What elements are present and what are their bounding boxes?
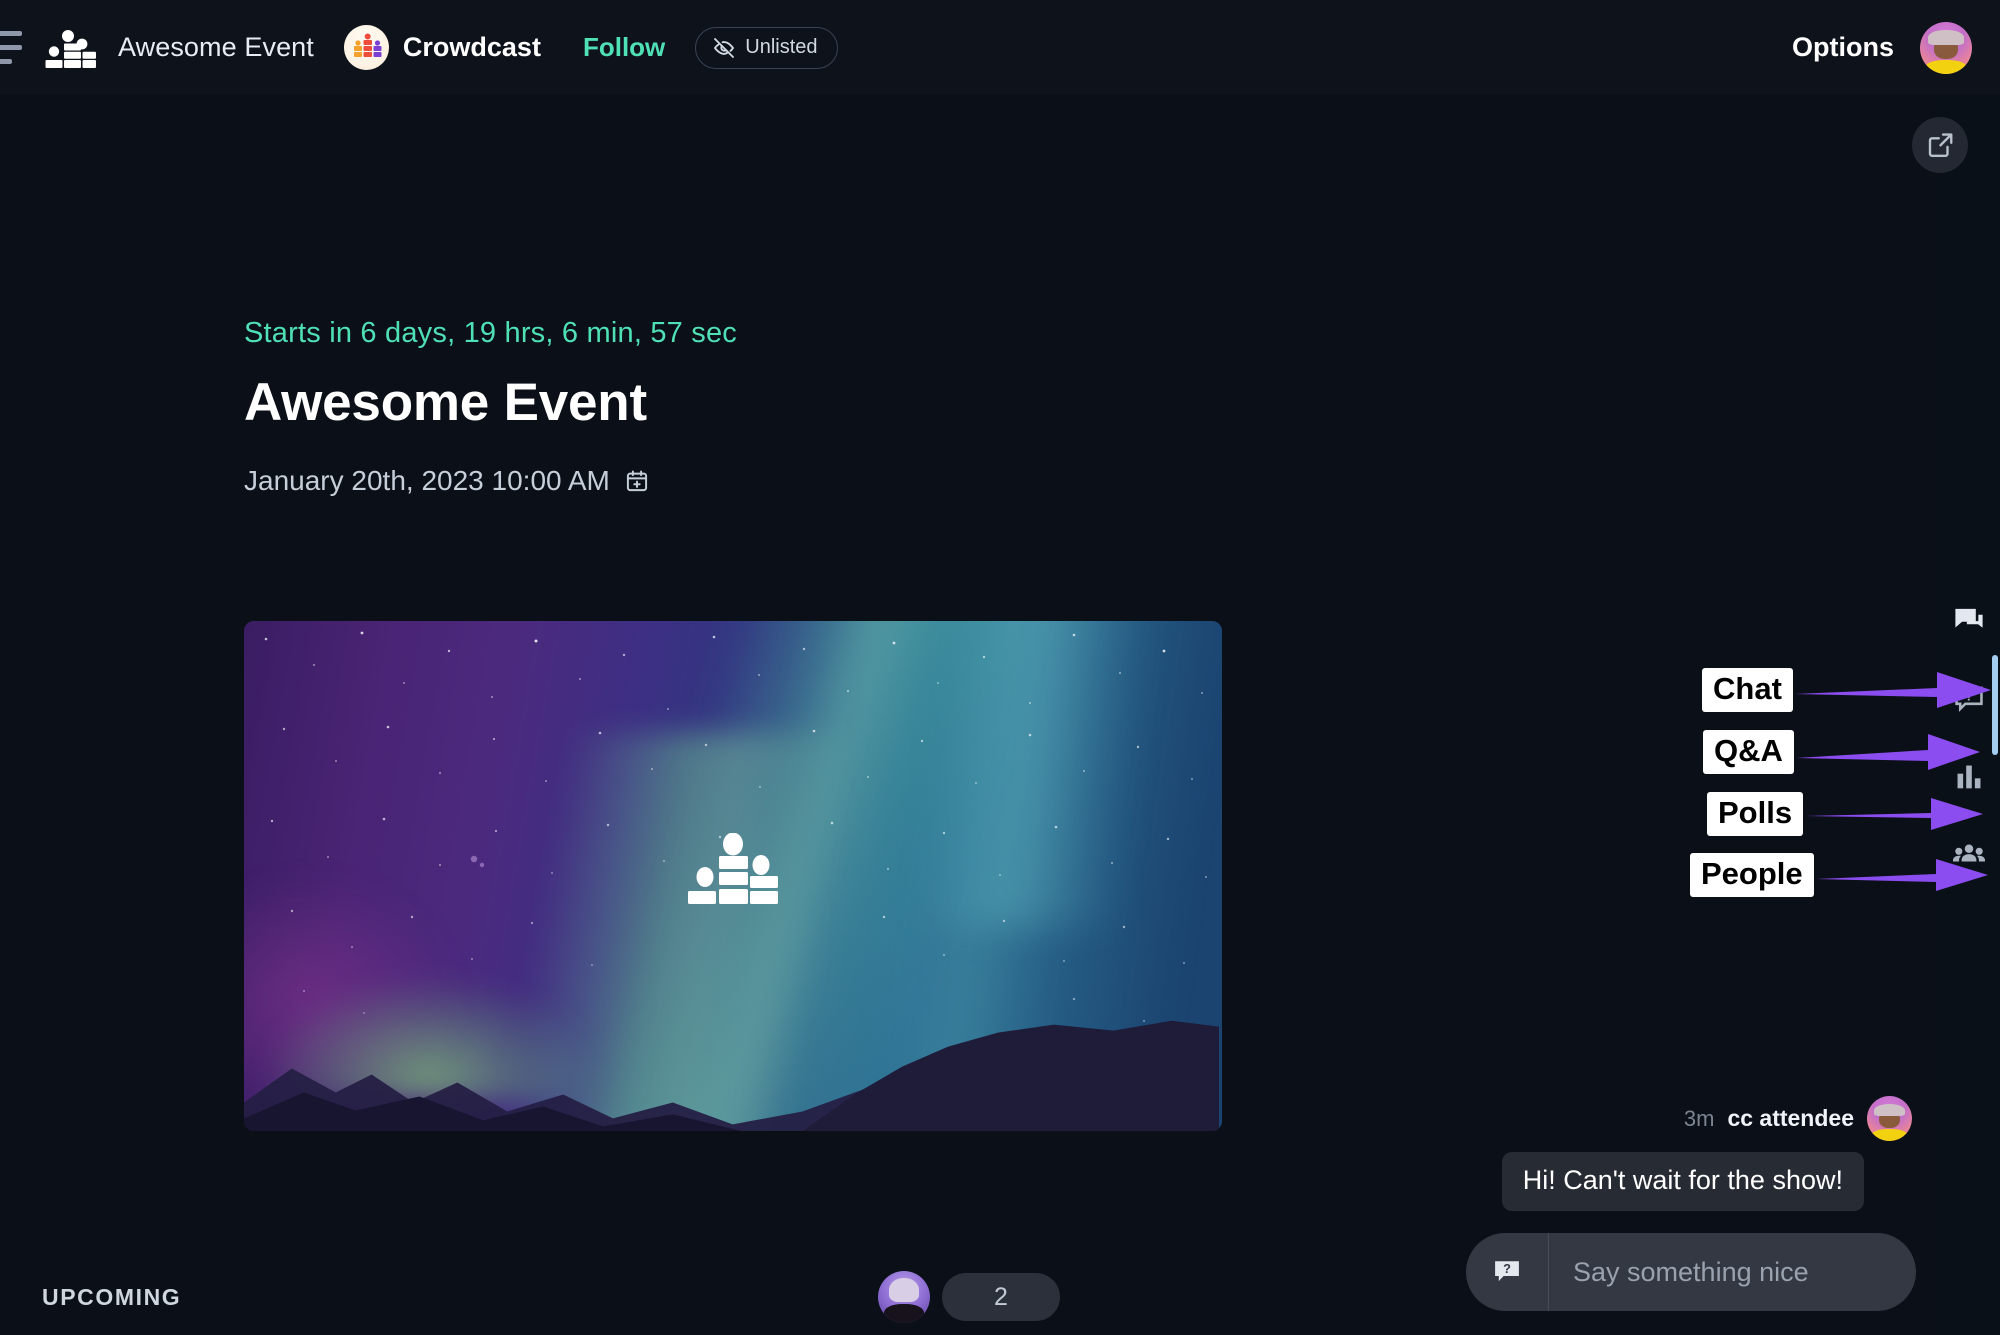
chat-bubbles-icon	[1955, 608, 1983, 628]
external-link-icon	[1928, 133, 1953, 157]
annotation-label: Q&A	[1703, 729, 1794, 775]
event-info-block: Starts in 6 days, 19 hrs, 6 min, 57 sec …	[244, 317, 1234, 497]
right-arrow-icon	[1794, 672, 1991, 708]
message-author: cc attendee	[1727, 1105, 1854, 1131]
brand-link[interactable]: Crowdcast	[343, 25, 541, 70]
avatar-hair	[889, 1278, 919, 1303]
svg-text:?: ?	[1503, 1261, 1511, 1276]
right-arrow-icon	[1805, 798, 1984, 830]
question-bubble-icon: ?	[1495, 1261, 1519, 1282]
status-badge-label: Unlisted	[745, 36, 818, 58]
chat-input[interactable]	[1549, 1256, 1916, 1288]
page-title: Awesome Event	[244, 373, 647, 432]
crowdcast-podium-logo-icon	[688, 833, 778, 904]
attendee-count-pill[interactable]: 2	[942, 1273, 1060, 1321]
right-arrow-icon	[1815, 859, 1988, 891]
chat-overlay-panel: 3m cc attendee Hi! Can't wait for the sh…	[1466, 1096, 1916, 1311]
event-date-label: January 20th, 2023 10:00 AM	[244, 465, 610, 496]
crowdcast-brand-avatar	[343, 25, 389, 70]
annotation-qa: Q&A	[1703, 725, 1984, 779]
avatar-hair	[1928, 30, 1964, 45]
chat-message-bubble: Hi! Can't wait for the show!	[1501, 1152, 1864, 1211]
top-bar: Awesome Event Crowdcast Follow Unlisted …	[0, 0, 2000, 95]
right-arrow-icon	[1795, 734, 1980, 770]
avatar-body	[1926, 59, 1966, 74]
hamburger-line	[0, 31, 22, 36]
crowdcast-event-app: Awesome Event Crowdcast Follow Unlisted …	[0, 0, 2000, 1335]
event-date-row: January 20th, 2023 10:00 AM	[244, 465, 1234, 497]
chat-message-header: 3m cc attendee	[1466, 1096, 1916, 1141]
annotation-chat: Chat	[1702, 663, 1995, 717]
qa-toggle-button[interactable]: ?	[1466, 1233, 1549, 1311]
sidebar-item-chat[interactable]	[1938, 582, 2000, 660]
annotation-people: People	[1690, 848, 1992, 902]
annotation-label: Polls	[1707, 791, 1804, 837]
chat-composer: ?	[1466, 1233, 1916, 1311]
user-profile-avatar[interactable]	[1920, 21, 1972, 74]
avatar-hair	[1874, 1103, 1905, 1117]
main-stage: Starts in 6 days, 19 hrs, 6 min, 57 sec …	[0, 95, 2000, 1335]
hamburger-line	[0, 45, 22, 50]
attendee-avatar[interactable]	[878, 1271, 930, 1323]
avatar-body	[884, 1304, 924, 1323]
brand-name-label: Crowdcast	[402, 32, 541, 62]
countdown-text: Starts in 6 days, 19 hrs, 6 min, 57 sec	[244, 317, 737, 349]
eye-off-icon	[714, 37, 735, 58]
annotation-label: People	[1690, 852, 1814, 898]
annotation-label: Chat	[1702, 667, 1793, 713]
hero-mountains	[244, 1020, 1220, 1131]
avatar-body	[1872, 1129, 1907, 1141]
cc-attendee-avatar[interactable]	[1867, 1096, 1912, 1141]
event-name-label: Awesome Event	[118, 32, 314, 62]
hamburger-menu-icon[interactable]	[0, 28, 26, 68]
annotation-polls: Polls	[1707, 787, 1987, 841]
message-timestamp: 3m	[1683, 1105, 1715, 1131]
follow-button[interactable]: Follow	[583, 32, 665, 63]
hamburger-line	[0, 59, 12, 64]
crowdcast-podium-logo-icon[interactable]	[40, 27, 96, 69]
add-to-calendar-icon[interactable]	[624, 468, 650, 494]
popout-button[interactable]	[1912, 117, 1968, 173]
options-button[interactable]: Options	[1792, 32, 1894, 63]
status-badge[interactable]: Unlisted	[695, 26, 838, 69]
event-cover-image[interactable]	[244, 621, 1222, 1131]
